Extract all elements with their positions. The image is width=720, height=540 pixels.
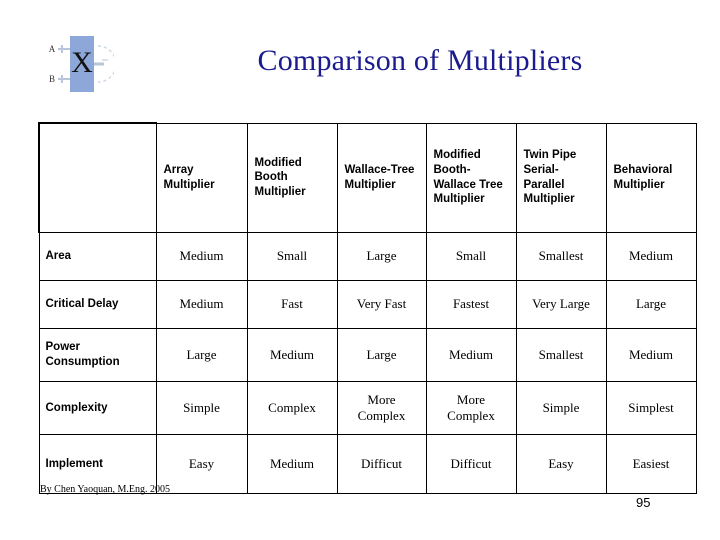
cell-area-array: Medium bbox=[155, 232, 248, 281]
cell-complexity-twin-pipe: Simple bbox=[515, 381, 607, 435]
multiplier-x-glyph: X bbox=[71, 46, 93, 79]
cell-critical-delay-behavioral: Large bbox=[605, 280, 697, 329]
cell-power-consumption-modified-booth-wallace: Medium bbox=[425, 328, 517, 382]
cell-critical-delay-modified-booth-wallace: Fastest bbox=[425, 280, 517, 329]
cell-area-modified-booth-wallace: Small bbox=[425, 232, 517, 281]
input-a-label: A bbox=[49, 44, 56, 54]
cell-implement-wallace-tree: Difficut bbox=[336, 434, 427, 494]
table-body: Area Medium Small Large Small Smallest M… bbox=[38, 232, 697, 494]
cell-complexity-modified-booth: Complex bbox=[246, 381, 338, 435]
cell-critical-delay-twin-pipe: Very Large bbox=[515, 280, 607, 329]
cell-critical-delay-array: Medium bbox=[155, 280, 248, 329]
cell-power-consumption-twin-pipe: Smallest bbox=[515, 328, 607, 382]
cell-complexity-array: Simple bbox=[155, 381, 248, 435]
multiplier-block-diagram-icon: X A B bbox=[38, 30, 114, 106]
table-header: Array Multiplier Modified Booth Multipli… bbox=[38, 122, 697, 233]
cell-complexity-wallace-tree: More Complex bbox=[336, 381, 427, 435]
cell-area-twin-pipe: Smallest bbox=[515, 232, 607, 281]
multiplier-diagram-svg: X A B bbox=[49, 36, 114, 92]
cell-complexity-behavioral: Simplest bbox=[605, 381, 697, 435]
multiplier-comparison-table: Array Multiplier Modified Booth Multipli… bbox=[38, 122, 697, 494]
cell-implement-modified-booth-wallace: Difficut bbox=[425, 434, 517, 494]
column-header-behavioral-multiplier: Behavioral Multiplier bbox=[605, 122, 697, 233]
page-title: Comparison of Multipliers bbox=[257, 44, 583, 77]
cell-area-wallace-tree: Large bbox=[336, 232, 427, 281]
cell-power-consumption-modified-booth: Medium bbox=[246, 328, 338, 382]
cell-area-modified-booth: Small bbox=[246, 232, 338, 281]
slide-header: X A B Comparison of Multipliers bbox=[0, 0, 720, 118]
cell-power-consumption-array: Large bbox=[155, 328, 248, 382]
table-row: Power Consumption Large Medium Large Med… bbox=[38, 328, 697, 382]
cell-power-consumption-wallace-tree: Large bbox=[336, 328, 427, 382]
table-row: Area Medium Small Large Small Smallest M… bbox=[38, 232, 697, 281]
column-header-array-multiplier: Array Multiplier bbox=[155, 122, 248, 233]
table-row: Critical Delay Medium Fast Very Fast Fas… bbox=[38, 280, 697, 329]
cell-area-behavioral: Medium bbox=[605, 232, 697, 281]
row-label-area: Area bbox=[38, 232, 157, 281]
cell-critical-delay-modified-booth: Fast bbox=[246, 280, 338, 329]
row-label-power-consumption: Power Consumption bbox=[38, 328, 157, 382]
row-label-critical-delay: Critical Delay bbox=[38, 280, 157, 329]
page-number: 95 bbox=[636, 495, 651, 510]
cell-implement-twin-pipe: Easy bbox=[515, 434, 607, 494]
cell-critical-delay-wallace-tree: Very Fast bbox=[336, 280, 427, 329]
row-label-complexity: Complexity bbox=[38, 381, 157, 435]
column-header-twin-pipe-serial-parallel-multiplier: Twin Pipe Serial-Parallel Multiplier bbox=[515, 122, 607, 233]
cell-power-consumption-behavioral: Medium bbox=[605, 328, 697, 382]
column-header-modified-booth-multiplier: Modified Booth Multiplier bbox=[246, 122, 338, 233]
input-b-label: B bbox=[49, 74, 55, 84]
table-header-row: Array Multiplier Modified Booth Multipli… bbox=[38, 122, 697, 233]
cell-implement-behavioral: Easiest bbox=[605, 434, 697, 494]
column-header-wallace-tree-multiplier: Wallace-Tree Multiplier bbox=[336, 122, 427, 233]
table-row: Complexity Simple Complex More Complex M… bbox=[38, 381, 697, 435]
table-corner-cell bbox=[38, 122, 157, 233]
cell-complexity-modified-booth-wallace: More Complex bbox=[425, 381, 517, 435]
cell-implement-modified-booth: Medium bbox=[246, 434, 338, 494]
column-header-modified-booth-wallace-tree-multiplier: Modified Booth-Wallace Tree Multiplier bbox=[425, 122, 517, 233]
footer-credit: By Chen Yaoquan, M.Eng. 2005 bbox=[40, 484, 171, 495]
